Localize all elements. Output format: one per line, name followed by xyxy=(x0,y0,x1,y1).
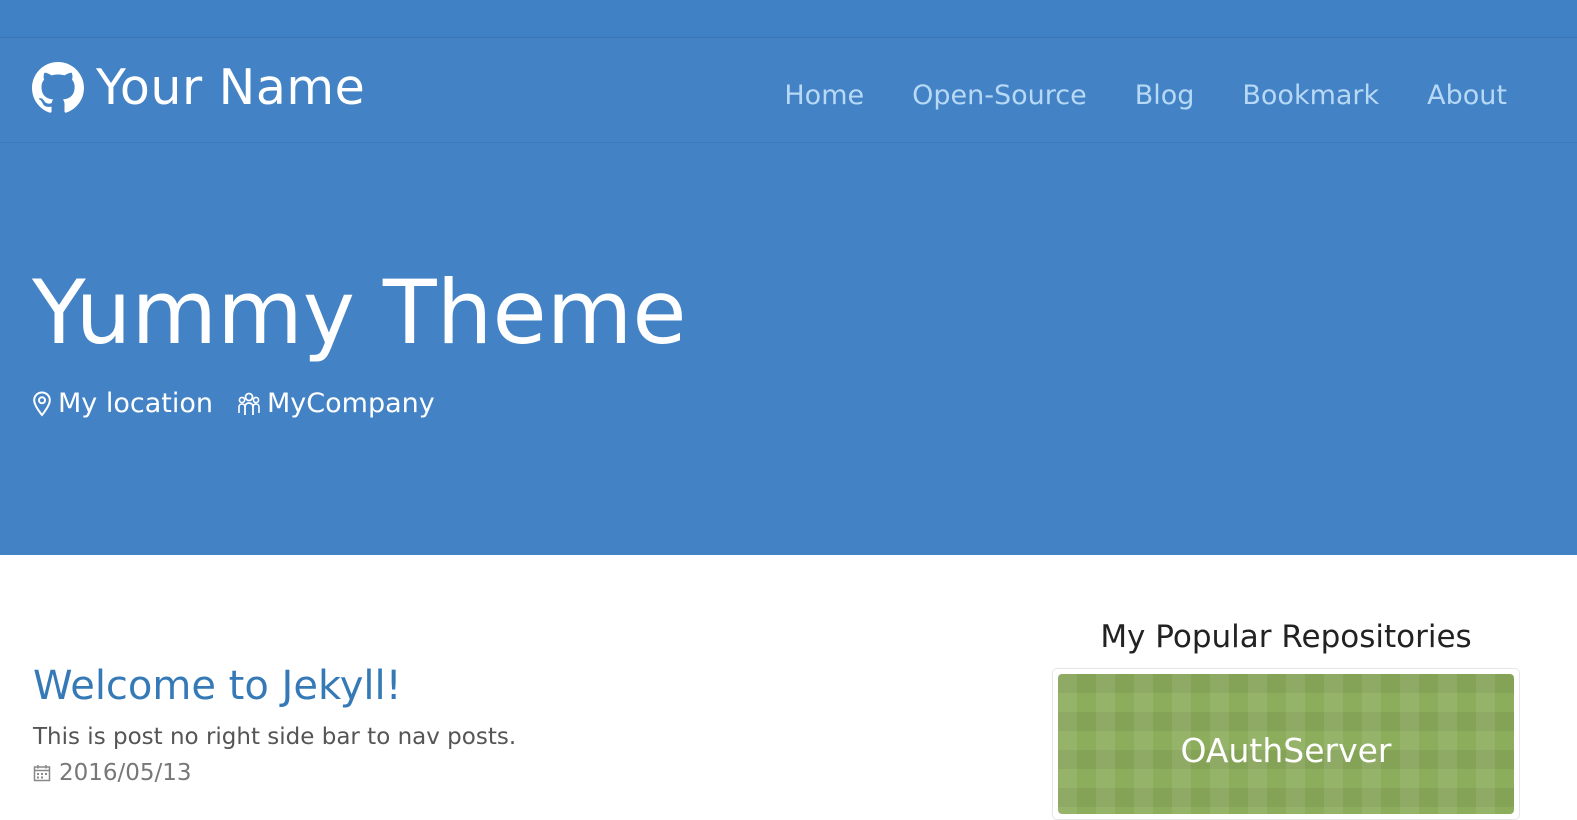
hero-banner: Yummy Theme My location MyCompany xyxy=(0,143,1577,555)
location-item: My location xyxy=(32,388,213,419)
company-item: MyCompany xyxy=(237,388,435,419)
post-date: 2016/05/13 xyxy=(33,760,516,786)
brand-name: Your Name xyxy=(96,59,366,116)
profile-meta: My location MyCompany xyxy=(32,388,459,419)
brand-link[interactable]: Your Name xyxy=(32,58,365,118)
main-nav: Home Open-Source Blog Bookmark About xyxy=(784,76,1507,116)
sidebar: My Popular Repositories OAuthServer xyxy=(1052,612,1520,820)
repo-name: OAuthServer xyxy=(1180,731,1392,770)
company-text: MyCompany xyxy=(267,388,435,419)
nav-item-about[interactable]: About xyxy=(1427,76,1507,116)
post-item: Welcome to Jekyll! This is post no right… xyxy=(33,660,516,786)
repo-card[interactable]: OAuthServer xyxy=(1052,668,1520,820)
github-icon xyxy=(32,62,84,114)
calendar-icon xyxy=(33,765,51,782)
nav-item-home[interactable]: Home xyxy=(784,76,864,116)
post-date-text: 2016/05/13 xyxy=(59,760,192,786)
map-pin-icon xyxy=(33,390,51,417)
nav-item-blog[interactable]: Blog xyxy=(1135,76,1195,116)
top-strip xyxy=(0,0,1577,38)
location-text: My location xyxy=(58,388,213,419)
repo-banner: OAuthServer xyxy=(1058,674,1514,814)
people-icon xyxy=(238,392,260,415)
page-title: Yummy Theme xyxy=(32,261,687,364)
post-excerpt: This is post no right side bar to nav po… xyxy=(33,724,517,750)
nav-item-bookmark[interactable]: Bookmark xyxy=(1242,76,1379,116)
nav-item-open-source[interactable]: Open-Source xyxy=(912,76,1087,116)
sidebar-title: My Popular Repositories xyxy=(1100,619,1472,655)
navbar: Your Name Home Open-Source Blog Bookmark… xyxy=(0,38,1577,143)
post-title-link[interactable]: Welcome to Jekyll! xyxy=(33,663,402,709)
